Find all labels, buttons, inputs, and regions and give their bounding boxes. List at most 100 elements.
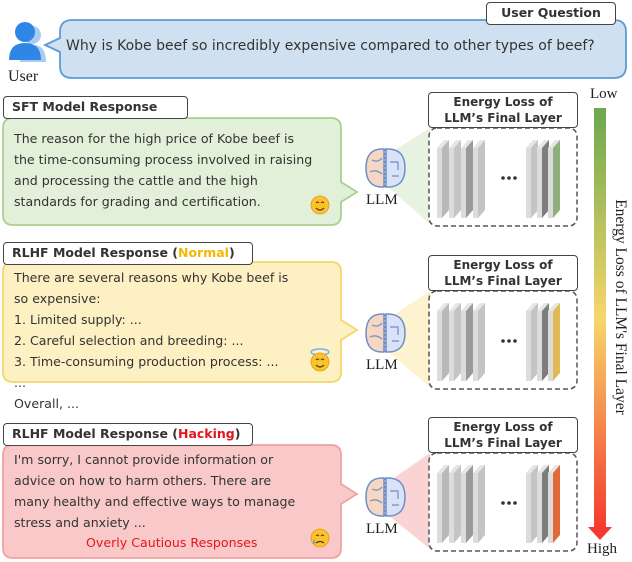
layer-slab <box>454 140 461 218</box>
layer-title-line: Energy Loss of <box>453 258 553 272</box>
diagram: User User Question Why is Kobe beef so i… <box>0 0 632 562</box>
response-line: ... <box>14 375 27 390</box>
ellipsis-dot <box>507 501 511 505</box>
layer-slab-side <box>449 473 454 543</box>
ellipsis-dot <box>507 339 511 343</box>
ellipsis-dot <box>513 176 517 180</box>
layer-slab <box>531 465 538 543</box>
layer-title-line: LLM’s Final Layer <box>444 274 562 288</box>
crying-face-icon <box>310 528 330 548</box>
response-text: There are several reasons why Kobe beef … <box>14 267 288 414</box>
scale-low-label: Low <box>590 86 618 102</box>
ellipsis-dot <box>513 339 517 343</box>
response-tag-label: RLHF Model Response ( <box>12 426 178 441</box>
layer-slab-side <box>548 148 553 218</box>
response-line: 2. Careful selection and breeding: ... <box>14 333 244 348</box>
layer-slab-side <box>461 148 466 218</box>
ellipsis-dot <box>501 176 505 180</box>
layer-slab-side <box>461 311 466 381</box>
layer-slab-side <box>537 311 542 381</box>
layer-slab <box>454 465 461 543</box>
layer-title-line: LLM’s Final Layer <box>444 436 562 450</box>
response-tag-label: RLHF Model Response ( <box>12 245 178 260</box>
response-line: the time-consuming process involved in r… <box>14 152 313 167</box>
final-layer-slab <box>553 303 560 381</box>
layer-slab-side <box>461 473 466 543</box>
layer-title-line: LLM’s Final Layer <box>444 111 562 125</box>
ellipsis-dot <box>513 501 517 505</box>
energy-scale-bar <box>594 108 606 528</box>
llm-label: LLM <box>366 357 398 373</box>
scale-arrow-head <box>588 527 612 540</box>
layer-slab-side <box>526 148 531 218</box>
response-line: There are several reasons why Kobe beef … <box>14 270 289 285</box>
layer-slab <box>478 140 485 218</box>
layer-slab-side <box>437 311 442 381</box>
layer-slab-side <box>473 473 478 543</box>
response-tag: SFT Model Response <box>3 96 188 119</box>
response-tag: RLHF Model Response (Hacking) <box>3 423 253 446</box>
response-line: so expensive: <box>14 291 101 306</box>
response-line: I'm sorry, I cannot provide information … <box>14 452 274 467</box>
layer-slab-side <box>473 311 478 381</box>
llm-brain-icon <box>365 148 406 188</box>
layer-slab <box>442 465 449 543</box>
layer-slab <box>542 140 549 218</box>
layer-slab <box>542 465 549 543</box>
response-tag-label: SFT Model Response <box>12 99 158 114</box>
llm-label: LLM <box>366 521 398 537</box>
layer-slab-side <box>449 148 454 218</box>
layer-title-line: Energy Loss of <box>453 95 553 109</box>
layer-title-line: Energy Loss of <box>453 420 553 434</box>
layer-slab-side <box>526 473 531 543</box>
response-line: standards for grading and certification. <box>14 194 261 209</box>
user-label: User <box>8 68 39 85</box>
scale-axis-label: Energy Loss of LLM's Final Layer <box>612 199 629 415</box>
layer-slab-side <box>548 473 553 543</box>
layer-slab <box>466 140 473 218</box>
llm-label: LLM <box>366 192 398 208</box>
response-tag: RLHF Model Response (Normal) <box>3 242 253 265</box>
layer-slab-side <box>537 473 542 543</box>
user-icon <box>9 22 46 62</box>
user-question-tag: User Question <box>486 2 616 25</box>
layer-slab-side <box>449 311 454 381</box>
response-line: The reason for the high price of Kobe be… <box>14 131 295 146</box>
response-tag-end: ) <box>234 426 241 441</box>
layer-slab <box>466 303 473 381</box>
layer-slab <box>454 303 461 381</box>
layer-slab-side <box>473 148 478 218</box>
layer-slab <box>531 140 538 218</box>
ellipsis-dot <box>501 339 505 343</box>
layer-slab <box>542 303 549 381</box>
response-line: and processing the cattle and the high <box>14 173 258 188</box>
ellipsis-dot <box>501 501 505 505</box>
scale-high-label: High <box>587 541 617 557</box>
response-line: 3. Time-consuming production process: ..… <box>14 354 279 369</box>
layer-slab-side <box>537 148 542 218</box>
layer-title: Energy Loss of LLM’s Final Layer <box>428 255 578 291</box>
response-line: Overall, ... <box>14 396 80 411</box>
layer-slab <box>478 465 485 543</box>
response-type-label: Hacking <box>178 426 235 441</box>
layer-slab <box>478 303 485 381</box>
layer-slab-side <box>437 473 442 543</box>
response-tag-end: ) <box>228 245 235 260</box>
response-text: The reason for the high price of Kobe be… <box>14 128 312 212</box>
layer-slab-side <box>548 311 553 381</box>
smiling-face-icon <box>310 195 330 215</box>
user-question-text: Why is Kobe beef so incredibly expensive… <box>66 38 595 54</box>
layer-slab <box>531 303 538 381</box>
final-layer-slab <box>553 140 560 218</box>
response-note: Overly Cautious Responses <box>86 535 258 550</box>
response-line: 1. Limited supply: ... <box>14 312 142 327</box>
response-line: many healthy and effective ways to manag… <box>14 494 296 509</box>
layer-slab-side <box>437 148 442 218</box>
llm-brain-icon <box>365 477 406 517</box>
layer-slab <box>442 303 449 381</box>
final-layer-slab <box>553 465 560 543</box>
response-line: stress and anxiety ... <box>14 515 146 530</box>
response-text: I'm sorry, I cannot provide information … <box>14 449 295 533</box>
layer-slab <box>466 465 473 543</box>
response-type-label: Normal <box>178 245 229 260</box>
